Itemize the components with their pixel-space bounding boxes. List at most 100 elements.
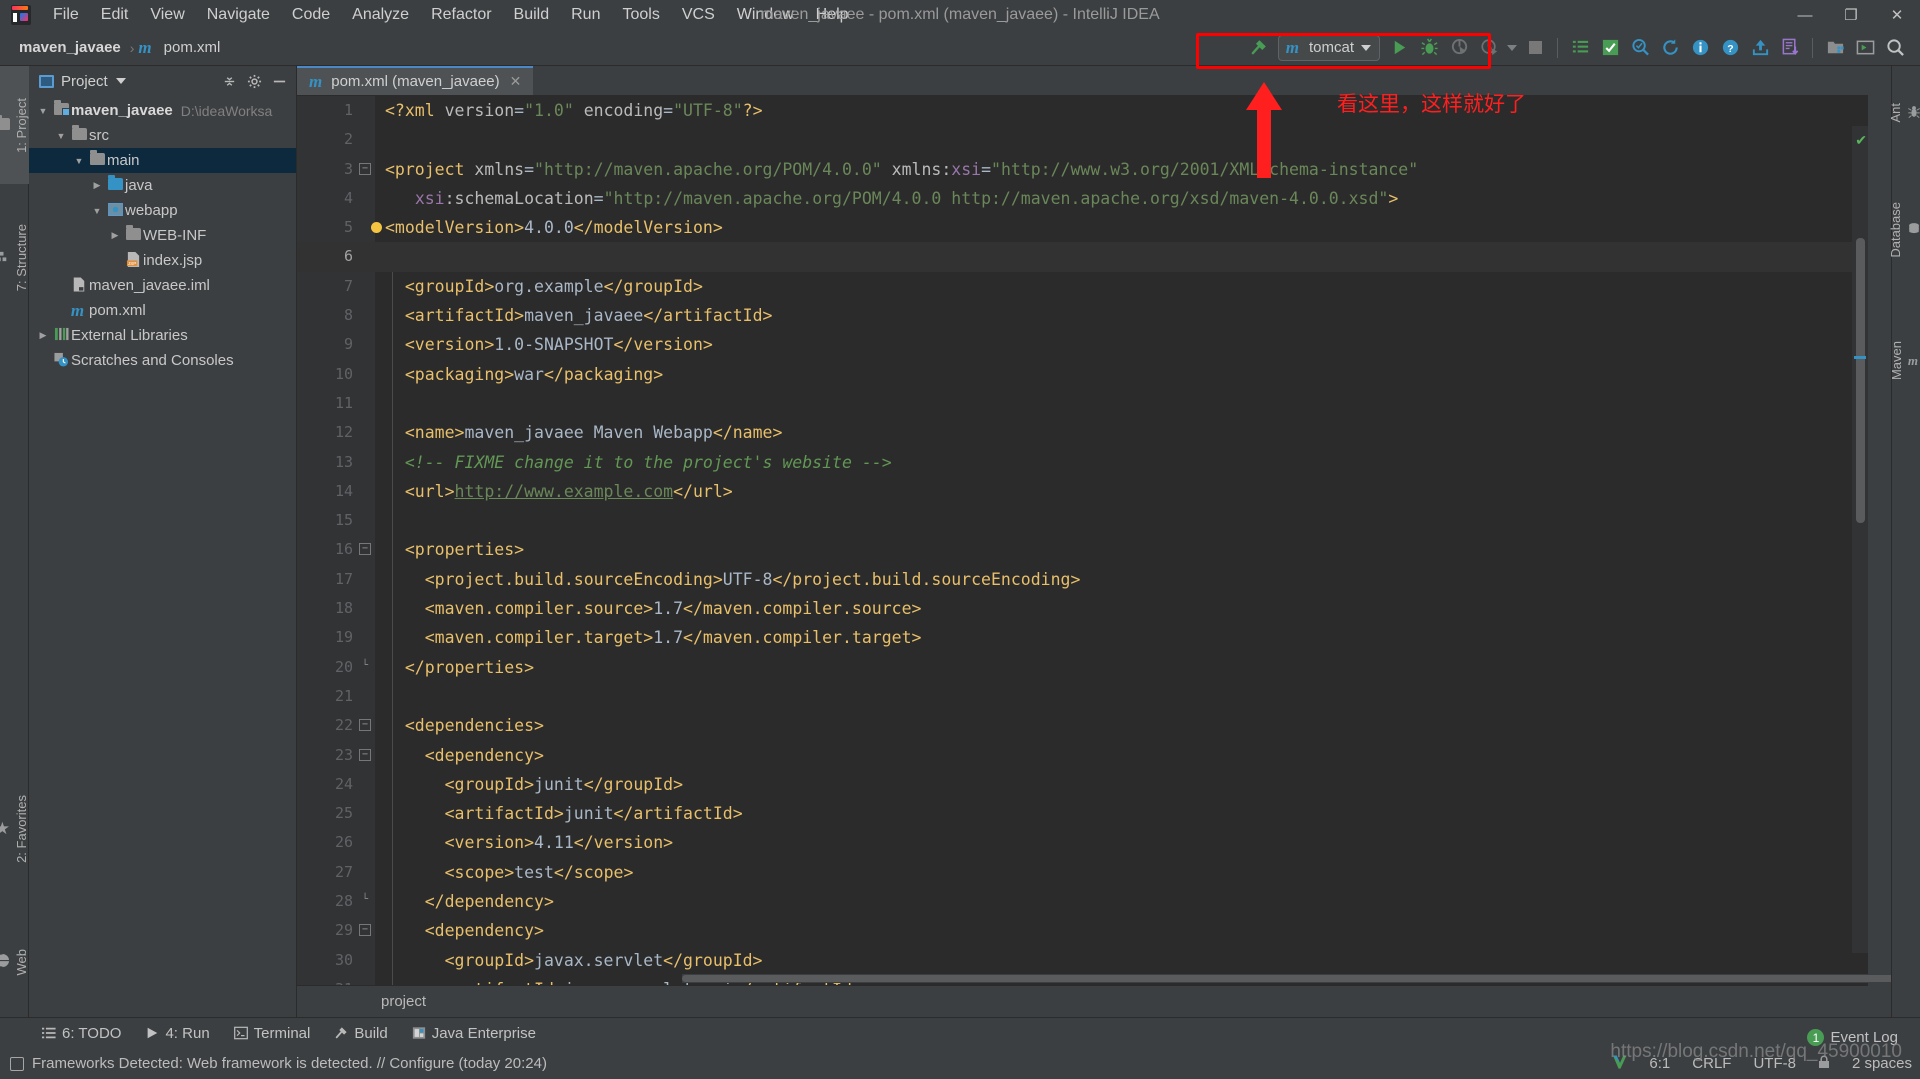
info-button[interactable] xyxy=(1685,33,1715,63)
menu-item-help[interactable]: Help xyxy=(805,3,860,27)
tree-twisty[interactable]: ▼ xyxy=(89,206,105,216)
caret-position[interactable]: 6:1 xyxy=(1649,1055,1670,1072)
menu-item-window[interactable]: Window xyxy=(726,3,805,27)
tree-node-pom-xml[interactable]: m pom.xml xyxy=(29,298,296,323)
profile-button[interactable] xyxy=(1474,33,1504,63)
code-line[interactable]: 18 <maven.compiler.source>1.7</maven.com… xyxy=(297,594,1868,623)
update-project-button[interactable] xyxy=(1655,33,1685,63)
code-line[interactable]: 27 <scope>test</scope> xyxy=(297,858,1868,887)
breadcrumb-item-file[interactable]: pom.xml xyxy=(159,37,226,58)
tree-node-scratches-and-consoles[interactable]: Scratches and Consoles xyxy=(29,348,296,373)
tree-node-index-jsp[interactable]: JSP index.jsp xyxy=(29,248,296,273)
tree-twisty[interactable]: ▼ xyxy=(35,106,51,116)
collapse-all-button[interactable] xyxy=(218,70,240,92)
code-line[interactable]: 10 <packaging>war</packaging> xyxy=(297,360,1868,389)
show-diff-button[interactable] xyxy=(1775,33,1805,63)
build-button[interactable] xyxy=(1244,33,1274,63)
tree-node-main[interactable]: ▼ main xyxy=(29,148,296,173)
code-content[interactable]: 1 <?xml version="1.0" encoding="UTF-8"?> 2… xyxy=(297,96,1868,985)
fold-close-icon[interactable]: └ xyxy=(359,895,371,907)
menu-item-code[interactable]: Code xyxy=(281,3,341,27)
code-line[interactable]: 9 <version>1.0-SNAPSHOT</version> xyxy=(297,330,1868,359)
tool-window-java-enterprise[interactable]: Java Enterprise xyxy=(402,1022,546,1045)
editor-marker-bar[interactable]: ✔ xyxy=(1852,126,1868,953)
code-line[interactable]: 5 <modelVersion>4.0.0</modelVersion> xyxy=(297,213,1868,242)
horizontal-scrollbar[interactable] xyxy=(682,974,1920,983)
chevron-down-icon[interactable] xyxy=(115,78,126,84)
code-line[interactable]: 8 <artifactId>maven_javaee</artifactId> xyxy=(297,301,1868,330)
fold-open-icon[interactable]: − xyxy=(359,924,371,937)
fold-open-icon[interactable]: − xyxy=(359,162,371,175)
tree-node-maven-javaee-iml[interactable]: maven_javaee.iml xyxy=(29,273,296,298)
menu-item-navigate[interactable]: Navigate xyxy=(196,3,281,27)
project-structure-button[interactable] xyxy=(1820,33,1850,63)
sidebar-item-database[interactable]: Database xyxy=(1888,162,1920,298)
code-line[interactable]: 11 xyxy=(297,389,1868,418)
menu-item-refactor[interactable]: Refactor xyxy=(420,3,502,27)
code-line[interactable]: 21 xyxy=(297,682,1868,711)
sidebar-item-favorites[interactable]: 2: Favorites ★ xyxy=(0,759,29,899)
code-line[interactable]: 20 └ </properties> xyxy=(297,653,1868,682)
fold-open-icon[interactable]: − xyxy=(359,543,371,556)
code-line[interactable]: 19 <maven.compiler.target>1.7</maven.com… xyxy=(297,623,1868,652)
terminal-button[interactable] xyxy=(1850,33,1880,63)
code-line[interactable]: 15 xyxy=(297,506,1868,535)
tree-twisty[interactable]: ▶ xyxy=(89,180,105,191)
tree-twisty[interactable]: ▶ xyxy=(107,230,123,241)
tree-twisty[interactable]: ▼ xyxy=(71,156,87,166)
more-run-options-button[interactable] xyxy=(1504,33,1520,63)
run-button[interactable] xyxy=(1384,33,1414,63)
code-line[interactable]: 6 xyxy=(297,242,1868,272)
code-line[interactable]: 30 <groupId>javax.servlet</groupId> xyxy=(297,946,1868,975)
code-line[interactable]: 2 xyxy=(297,125,1868,154)
intention-bulb-icon[interactable] xyxy=(371,222,382,234)
tool-window-terminal[interactable]: Terminal xyxy=(224,1022,321,1045)
tool-window-todo[interactable]: 6: TODO xyxy=(32,1022,131,1045)
code-line[interactable]: 23− <dependency> xyxy=(297,741,1868,770)
code-line[interactable]: 13 <!-- FIXME change it to the project's… xyxy=(297,448,1868,477)
tree-node-external-libraries[interactable]: ▶ External Libraries xyxy=(29,323,296,348)
tree-twisty[interactable]: ▼ xyxy=(53,131,69,141)
vertical-scrollbar-thumb[interactable] xyxy=(1856,238,1865,523)
menu-item-build[interactable]: Build xyxy=(503,3,561,27)
indent-setting[interactable]: 2 spaces xyxy=(1852,1055,1912,1072)
code-editor[interactable]: 1 <?xml version="1.0" encoding="UTF-8"?> 2… xyxy=(297,96,1868,985)
commit-button[interactable] xyxy=(1745,33,1775,63)
event-log-button[interactable]: 1 Event Log xyxy=(1807,1029,1898,1046)
menu-item-edit[interactable]: Edit xyxy=(90,3,140,27)
debug-button[interactable] xyxy=(1414,33,1444,63)
fold-open-icon[interactable]: − xyxy=(359,748,371,761)
tool-window-run[interactable]: 4: Run xyxy=(135,1022,219,1045)
code-line[interactable]: 1 <?xml version="1.0" encoding="UTF-8"?> xyxy=(297,96,1868,125)
sidebar-item-ant[interactable]: Ant xyxy=(1888,70,1920,156)
code-line[interactable]: 12 <name>maven_javaee Maven Webapp</name… xyxy=(297,418,1868,447)
green-check-button[interactable] xyxy=(1595,33,1625,63)
code-line[interactable]: 17 <project.build.sourceEncoding>UTF-8</… xyxy=(297,565,1868,594)
code-line[interactable]: 16− <properties> xyxy=(297,535,1868,564)
file-encoding[interactable]: UTF-8 xyxy=(1753,1055,1796,1072)
maximize-button[interactable]: ❐ xyxy=(1828,0,1874,30)
line-separator[interactable]: CRLF xyxy=(1692,1055,1731,1072)
tree-node-web-inf[interactable]: ▶ WEB-INF xyxy=(29,223,296,248)
sidebar-item-web[interactable]: Web xyxy=(0,917,29,1007)
tab-pom-xml[interactable]: m pom.xml (maven_javaee) ✕ xyxy=(297,66,534,95)
code-line[interactable]: 26 <version>4.11</version> xyxy=(297,828,1868,857)
status-message[interactable]: Frameworks Detected: Web framework is de… xyxy=(32,1055,547,1072)
menu-item-vcs[interactable]: VCS xyxy=(671,3,726,27)
editor-breadcrumb-item[interactable]: project xyxy=(381,993,426,1010)
fold-open-icon[interactable]: − xyxy=(359,719,371,732)
code-line[interactable]: 4 xsi:schemaLocation="http://maven.apach… xyxy=(297,184,1868,213)
horizontal-scrollbar-thumb[interactable] xyxy=(682,975,1920,982)
breadcrumb-item-project[interactable]: maven_javaee xyxy=(14,37,126,58)
tree-node-src[interactable]: ▼ src xyxy=(29,123,296,148)
gear-icon[interactable] xyxy=(243,70,265,92)
menu-item-view[interactable]: View xyxy=(139,3,195,27)
sidebar-item-maven[interactable]: m Maven xyxy=(1889,306,1920,416)
code-line[interactable]: 29− <dependency> xyxy=(297,916,1868,945)
tree-node-webapp[interactable]: ▼ webapp xyxy=(29,198,296,223)
menu-item-tools[interactable]: Tools xyxy=(611,3,670,27)
menu-item-file[interactable]: File xyxy=(42,3,90,27)
tree-node-maven-javaee[interactable]: ▼ maven_javaee D:\ideaWorksa xyxy=(29,98,296,123)
hide-panel-button[interactable] xyxy=(268,70,290,92)
lock-icon[interactable] xyxy=(1818,1055,1830,1073)
